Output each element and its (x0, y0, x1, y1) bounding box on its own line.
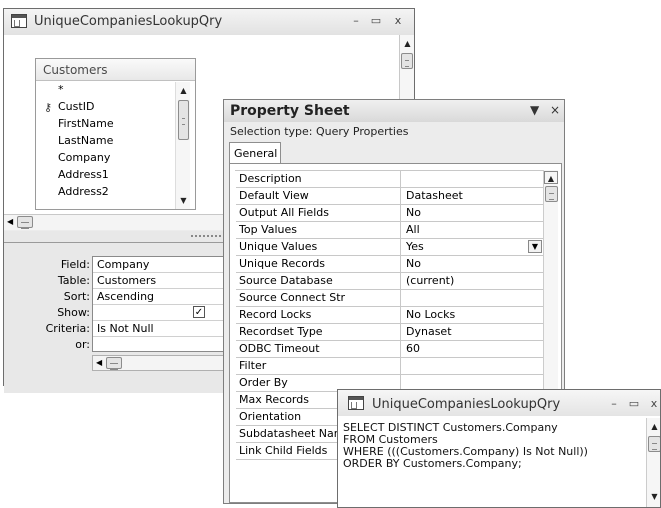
maximize-button[interactable]: ▭ (370, 14, 382, 27)
property-value[interactable]: No Locks (406, 308, 455, 321)
close-button[interactable]: x (648, 397, 660, 410)
sql-window-title: UniqueCompaniesLookupQry (372, 397, 561, 412)
sql-vscroll[interactable]: ▲ ▼ (646, 418, 660, 507)
property-sheet-title: Property Sheet (230, 103, 350, 119)
property-row[interactable]: Top Values All (236, 222, 544, 239)
chevron-down-icon[interactable]: ▼ (528, 240, 542, 253)
close-button[interactable]: x (392, 14, 404, 27)
show-cell: ✓ (93, 305, 232, 321)
property-name: Unique Records (236, 256, 401, 272)
property-name: Recordset Type (236, 324, 401, 340)
field-item-label: CustID (58, 100, 95, 113)
minimize-button[interactable]: – (608, 397, 620, 410)
tab-general[interactable]: General (229, 142, 281, 164)
property-row[interactable]: Source Connect Str (236, 290, 544, 307)
table-cell[interactable]: Customers (93, 273, 232, 289)
query-icon (348, 396, 364, 410)
row-label-sort: Sort: (63, 290, 90, 303)
property-value[interactable]: Datasheet (406, 189, 463, 202)
property-name: Top Values (236, 222, 401, 238)
row-label-table: Table: (57, 274, 90, 287)
property-value[interactable]: (current) (406, 274, 454, 287)
property-value[interactable]: No (406, 206, 421, 219)
property-sheet-header[interactable]: Property Sheet ▼ × (224, 100, 564, 122)
properties-table: Description Default View Datasheet Output… (235, 170, 544, 460)
property-value[interactable]: No (406, 257, 421, 270)
scroll-left-arrow-icon[interactable]: ◀ (96, 358, 102, 367)
property-row-unique-values[interactable]: Unique Values Yes ▼ (236, 239, 544, 256)
scroll-down-arrow-icon[interactable]: ▼ (176, 194, 191, 208)
field-item[interactable]: Company (58, 151, 110, 164)
property-name: Description (236, 171, 401, 187)
property-name: Record Locks (236, 307, 401, 323)
scroll-left-arrow-icon[interactable]: ◀ (7, 217, 13, 226)
dropdown-arrow-icon[interactable]: ▼ (530, 103, 539, 117)
property-row[interactable]: Source Database (current) (236, 273, 544, 290)
field-cell[interactable]: Company (93, 257, 232, 273)
property-value[interactable]: All (406, 223, 420, 236)
property-row[interactable]: Recordset Type Dynaset (236, 324, 544, 341)
sql-window-titlebar[interactable]: UniqueCompaniesLookupQry – ▭ x (338, 390, 660, 416)
scroll-thumb[interactable] (17, 216, 33, 229)
row-label-criteria: Criteria: (45, 322, 90, 335)
query-window-titlebar[interactable]: UniqueCompaniesLookupQry – ▭ x (4, 9, 414, 35)
field-list-title[interactable]: Customers (36, 59, 195, 81)
field-item-custid[interactable]: ⚷ CustID (44, 100, 95, 114)
field-list-vscroll[interactable]: ▲ ▼ (175, 82, 190, 209)
property-name: Source Connect Str (236, 290, 401, 306)
customers-field-list[interactable]: Customers * ⚷ CustID FirstName LastName … (35, 58, 196, 210)
scroll-thumb[interactable] (106, 357, 122, 370)
property-name: Default View (236, 188, 401, 204)
query-window-title: UniqueCompaniesLookupQry (34, 14, 223, 29)
property-row[interactable]: Record Locks No Locks (236, 307, 544, 324)
field-item[interactable]: Address2 (58, 185, 109, 198)
selection-type-label: Selection type: Query Properties (230, 125, 409, 138)
show-checkbox[interactable]: ✓ (193, 306, 205, 318)
property-value[interactable]: 60 (406, 342, 420, 355)
property-row[interactable]: Default View Datasheet (236, 188, 544, 205)
scroll-thumb[interactable] (648, 436, 660, 452)
scroll-thumb[interactable] (178, 100, 189, 140)
property-name: Source Database (236, 273, 401, 289)
property-name: Filter (236, 358, 401, 374)
row-label-show: Show: (57, 306, 90, 319)
minimize-button[interactable]: – (350, 14, 362, 27)
property-row[interactable]: Unique Records No (236, 256, 544, 273)
scroll-thumb[interactable] (545, 186, 558, 202)
field-item[interactable]: FirstName (58, 117, 114, 130)
primary-key-icon: ⚷ (44, 101, 53, 114)
scroll-down-arrow-icon[interactable]: ▼ (647, 490, 660, 504)
property-name: ODBC Timeout (236, 341, 401, 357)
sql-view-window: UniqueCompaniesLookupQry – ▭ x SELECT DI… (337, 389, 661, 508)
sql-editor[interactable]: SELECT DISTINCT Customers.Company FROM C… (343, 422, 588, 470)
design-grid-column: Company Customers Ascending ✓ Is Not Nul… (92, 256, 232, 352)
field-item[interactable]: * (58, 83, 64, 96)
sql-line: ORDER BY Customers.Company; (343, 457, 522, 470)
grid-hscroll[interactable]: ◀ (92, 355, 232, 371)
property-value[interactable]: Dynaset (406, 325, 452, 338)
field-item[interactable]: LastName (58, 134, 113, 147)
or-cell[interactable] (93, 337, 232, 353)
scroll-up-arrow-icon[interactable]: ▲ (176, 84, 191, 98)
sort-cell[interactable]: Ascending (93, 289, 232, 305)
property-name: Output All Fields (236, 205, 401, 221)
property-value[interactable]: Yes (406, 240, 424, 253)
row-label-field: Field: (60, 258, 90, 271)
row-label-or: or: (75, 338, 90, 351)
close-icon[interactable]: × (550, 103, 560, 117)
criteria-cell[interactable]: Is Not Null (93, 321, 232, 337)
scroll-up-arrow-icon[interactable]: ▲ (544, 171, 558, 184)
scroll-up-arrow-icon[interactable]: ▲ (400, 37, 415, 51)
property-row[interactable]: Description (236, 171, 544, 188)
property-row[interactable]: ODBC Timeout 60 (236, 341, 544, 358)
property-row[interactable]: Filter (236, 358, 544, 375)
property-row[interactable]: Output All Fields No (236, 205, 544, 222)
field-item[interactable]: Address1 (58, 168, 109, 181)
maximize-button[interactable]: ▭ (628, 397, 640, 410)
scroll-thumb[interactable] (401, 53, 413, 69)
property-name: Unique Values (236, 239, 401, 255)
scroll-up-arrow-icon[interactable]: ▲ (647, 420, 660, 434)
query-icon (11, 14, 27, 28)
